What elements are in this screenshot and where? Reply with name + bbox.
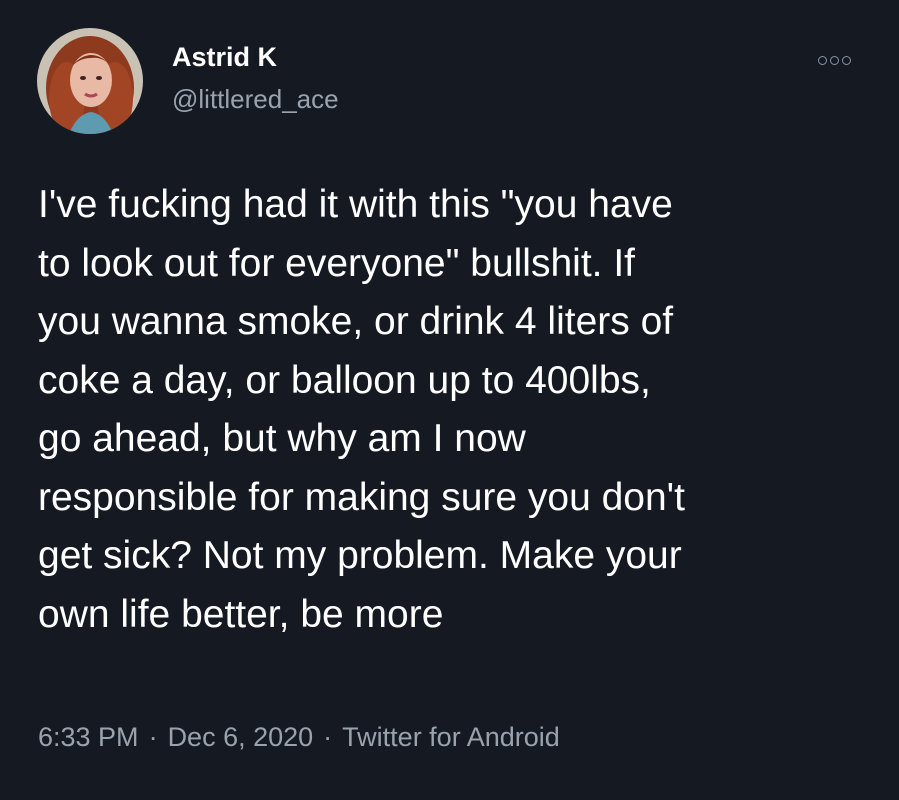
tweet-text-line: you wanna smoke, or drink 4 liters of	[38, 300, 674, 343]
tweet-date[interactable]: Dec 6, 2020	[168, 722, 314, 752]
tweet-text-line: own life better, be more	[38, 592, 444, 636]
tweet-source[interactable]: Twitter for Android	[342, 722, 560, 752]
separator: ·	[323, 722, 333, 752]
more-options-icon[interactable]	[818, 50, 868, 70]
tweet-text: I've fucking had it with this "you have …	[38, 176, 878, 644]
display-name[interactable]: Astrid K	[172, 42, 277, 73]
tweet-text-line: responsible for making sure you don't	[38, 475, 685, 519]
tweet-metadata: 6:33 PM · Dec 6, 2020 · Twitter for Android	[38, 722, 560, 753]
dot-icon	[818, 55, 827, 65]
tweet-text-line: go ahead, but why am I now	[38, 417, 526, 460]
avatar[interactable]	[37, 28, 143, 134]
user-handle[interactable]: @littlered_ace	[172, 84, 339, 115]
tweet-text-line: I've fucking had it with this "you have	[38, 183, 673, 226]
tweet-text-line: to look out for everyone" bullshit. If	[38, 241, 635, 285]
separator: ·	[148, 722, 158, 752]
tweet-text-line: coke a day, or balloon up to 400lbs,	[38, 358, 651, 402]
tweet-time[interactable]: 6:33 PM	[38, 722, 139, 752]
dot-icon	[842, 55, 851, 65]
dot-icon	[830, 55, 839, 65]
tweet-text-line: get sick? Not my problem. Make your	[38, 534, 682, 577]
tweet-card: Astrid K @littlered_ace I've fucking had…	[0, 0, 899, 800]
avatar-image	[37, 28, 143, 134]
